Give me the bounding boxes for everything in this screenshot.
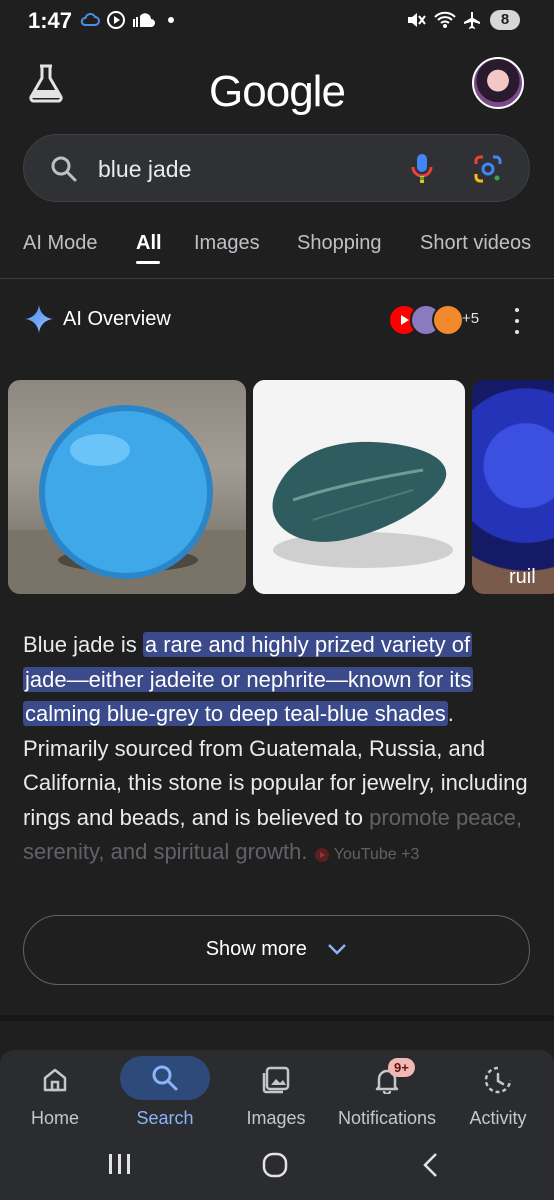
answer-lead: Blue jade is [23,632,143,657]
activity-icon [473,1062,523,1098]
search-box[interactable]: blue jade [23,134,530,202]
images-icon [251,1062,301,1098]
youtube-icon [314,847,329,862]
source-icon [432,304,464,336]
show-more-label: Show more [205,938,307,960]
wifi-icon [434,11,456,28]
more-sources-count[interactable]: +5 [462,310,479,327]
tab-images[interactable]: Images [194,232,260,255]
status-time: 1:47 [28,8,73,33]
section-divider [0,1015,554,1021]
battery-indicator: 8 [490,10,520,30]
image-overlay-text: ruil [509,566,536,588]
chevron-down-icon [328,943,347,955]
dot-icon [168,17,174,23]
nav-label-search: Search [136,1108,194,1128]
mute-icon [408,13,426,27]
inline-source-label: YouTube +3 [333,846,420,863]
airplane-icon [464,12,480,29]
image-carousel[interactable] [8,380,554,595]
more-options-icon[interactable] [510,308,524,334]
ai-sparkle-icon [25,305,53,333]
nav-label-activity: Activity [469,1108,527,1128]
search-icon [51,156,77,182]
active-tab-indicator [136,261,160,264]
soundcloud-icon [133,13,155,27]
microphone-icon[interactable] [411,153,433,185]
search-input[interactable]: blue jade [98,156,191,183]
answer-highlight[interactable]: jade—either jadeite or nephrite—known fo… [23,666,474,692]
image-blue-jade-sphere[interactable] [8,380,246,594]
status-bar: 1:47 8 [0,0,554,44]
ai-overview-answer: Blue jade is a rare and highly prized va… [23,628,533,873]
tab-shopping[interactable]: Shopping [297,232,382,255]
status-icons-right: 8 [406,10,520,30]
notification-badge: 9+ [388,1058,415,1077]
answer-highlight[interactable]: calming blue-grey to deep teal-blue shad… [23,701,448,726]
google-logo: Google [209,67,346,116]
cloud-icon [80,12,100,26]
system-navigation-bar [0,1140,554,1190]
show-more-button[interactable]: Show more [23,915,530,985]
nav-label-notifications: Notifications [337,1108,437,1128]
top-bar: Google [0,55,554,125]
answer-highlight[interactable]: a rare and highly prized variety of [142,632,473,657]
search-icon [120,1056,210,1100]
avatar[interactable] [472,57,524,109]
tab-ai-mode[interactable]: AI Mode [23,232,97,255]
nav-label-images: Images [246,1108,306,1128]
recent-apps-icon[interactable] [107,1152,133,1176]
home-icon [30,1062,80,1098]
ai-overview-title: AI Overview [63,308,171,330]
back-icon[interactable] [420,1152,440,1178]
status-icons-left [80,10,174,30]
google-lens-icon[interactable] [473,154,503,184]
nav-label-home: Home [30,1108,79,1128]
home-button-icon[interactable] [262,1152,288,1178]
tab-short-videos[interactable]: Short videos [420,232,531,255]
ai-overview-header: AI Overview +5 [0,298,554,342]
inline-source-chip[interactable]: YouTube +3 [314,846,420,863]
image-blue-beads-in-hand[interactable] [472,380,554,594]
source-favicons[interactable] [388,304,464,336]
answer-period: . [447,701,454,726]
search-tabs: AI Mode All Images Shopping Short videos [0,218,554,279]
tab-all[interactable]: All [136,232,162,255]
image-teal-jade-stone[interactable] [253,380,465,594]
play-circle-icon [107,11,125,29]
